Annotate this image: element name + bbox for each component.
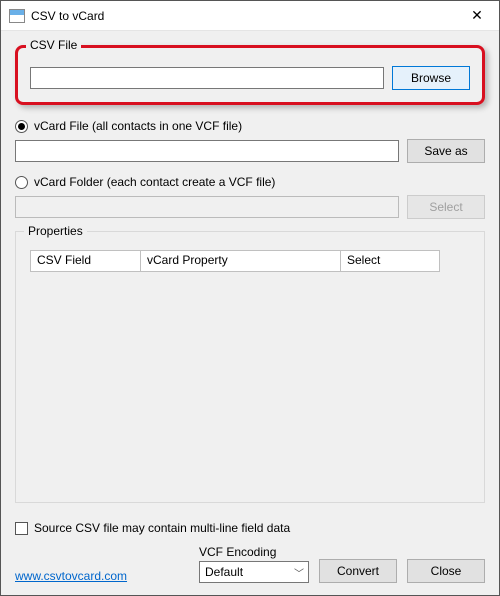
- chevron-down-icon: ﹀: [294, 565, 304, 580]
- convert-button[interactable]: Convert: [319, 559, 397, 583]
- vcard-file-input[interactable]: [15, 140, 399, 162]
- vcard-folder-radio-row[interactable]: vCard Folder (each contact create a VCF …: [15, 175, 485, 189]
- vcard-folder-input: [15, 196, 399, 218]
- encoding-block: VCF Encoding Default ﹀: [199, 545, 309, 583]
- csv-file-input[interactable]: [30, 67, 384, 89]
- vcard-file-radio-row[interactable]: vCard File (all contacts in one VCF file…: [15, 119, 485, 133]
- content-area: CSV File Browse vCard File (all contacts…: [1, 31, 499, 595]
- column-csv-field[interactable]: CSV Field: [30, 250, 140, 272]
- vcard-folder-option: vCard Folder (each contact create a VCF …: [15, 175, 485, 219]
- window-close-button[interactable]: ✕: [455, 1, 499, 31]
- properties-label: Properties: [24, 224, 87, 238]
- close-button[interactable]: Close: [407, 559, 485, 583]
- encoding-select[interactable]: Default ﹀: [199, 561, 309, 583]
- titlebar: CSV to vCard ✕: [1, 1, 499, 31]
- properties-table-header: CSV Field vCard Property Select: [30, 250, 470, 272]
- save-as-button[interactable]: Save as: [407, 139, 485, 163]
- encoding-label: VCF Encoding: [199, 545, 309, 559]
- csv-file-group: CSV File Browse: [15, 45, 485, 105]
- vcard-file-radio[interactable]: [15, 120, 28, 133]
- column-select[interactable]: Select: [340, 250, 440, 272]
- vcard-file-radio-label: vCard File (all contacts in one VCF file…: [34, 119, 242, 133]
- vcard-folder-radio-label: vCard Folder (each contact create a VCF …: [34, 175, 275, 189]
- browse-button[interactable]: Browse: [392, 66, 470, 90]
- encoding-value: Default: [205, 565, 243, 579]
- website-link[interactable]: www.csvtovcard.com: [15, 569, 127, 583]
- close-icon: ✕: [471, 7, 483, 24]
- select-folder-button: Select: [407, 195, 485, 219]
- properties-body: CSV Field vCard Property Select: [26, 246, 474, 492]
- vcard-folder-radio[interactable]: [15, 176, 28, 189]
- csv-file-label: CSV File: [26, 38, 81, 52]
- multiline-checkbox[interactable]: [15, 522, 28, 535]
- app-window: CSV to vCard ✕ CSV File Browse vCard Fil…: [0, 0, 500, 596]
- column-vcard-property[interactable]: vCard Property: [140, 250, 340, 272]
- multiline-label: Source CSV file may contain multi-line f…: [34, 521, 290, 535]
- multiline-row[interactable]: Source CSV file may contain multi-line f…: [15, 521, 485, 535]
- bottom-actions-row: www.csvtovcard.com VCF Encoding Default …: [15, 545, 485, 583]
- app-icon: [9, 9, 25, 23]
- vcard-file-option: vCard File (all contacts in one VCF file…: [15, 119, 485, 163]
- properties-group: Properties CSV Field vCard Property Sele…: [15, 231, 485, 503]
- window-title: CSV to vCard: [31, 9, 455, 23]
